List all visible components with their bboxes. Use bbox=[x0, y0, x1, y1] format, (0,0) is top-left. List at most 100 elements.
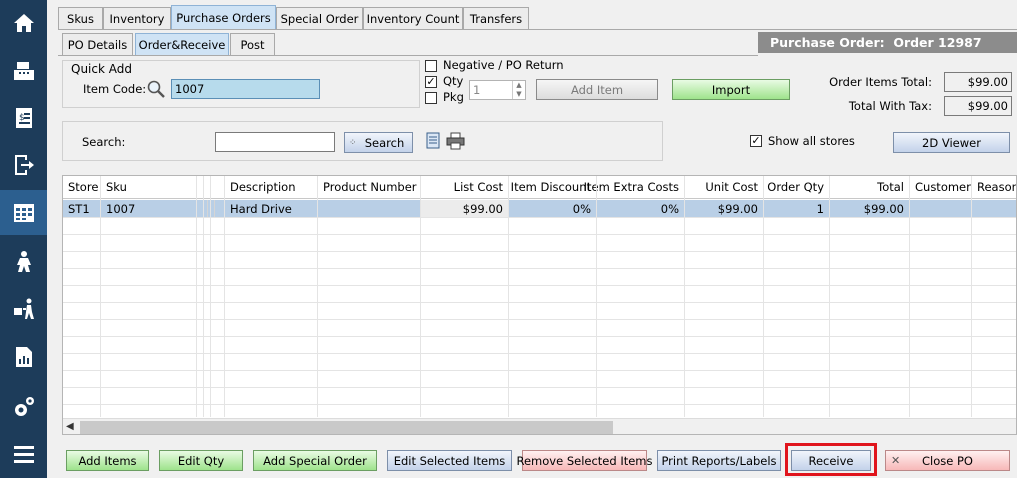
register-icon[interactable] bbox=[0, 48, 47, 93]
show-all-stores-label: Show all stores bbox=[768, 134, 855, 148]
pkg-checkbox[interactable] bbox=[425, 92, 437, 104]
cell-reason bbox=[972, 200, 1016, 217]
add-special-order-button[interactable]: Add Special Order bbox=[253, 450, 377, 471]
quick-add-title: Quick Add bbox=[71, 62, 132, 76]
edit-qty-button[interactable]: Edit Qty bbox=[159, 450, 243, 471]
grid-line bbox=[63, 319, 1016, 320]
subtab-order-receive[interactable]: Order&Receive bbox=[135, 33, 229, 55]
search-button[interactable]: ⁘ Search bbox=[344, 132, 413, 153]
column-header-list-cost[interactable]: List Cost bbox=[421, 176, 509, 199]
tab-special-order[interactable]: Special Order bbox=[276, 7, 363, 29]
column-header-customer[interactable]: Customer bbox=[910, 176, 972, 199]
grid-line bbox=[63, 404, 1016, 405]
grid-line bbox=[63, 285, 1016, 286]
pkg-option-label: Pkg bbox=[443, 90, 464, 104]
column-header-unit-cost[interactable]: Unit Cost bbox=[685, 176, 764, 199]
column-header-store[interactable]: Store bbox=[63, 176, 101, 199]
delivery-icon[interactable] bbox=[0, 286, 47, 331]
cell-order-qty: 1 bbox=[764, 200, 830, 217]
print-reports-labels-button[interactable]: Print Reports/Labels bbox=[657, 450, 781, 471]
negative-po-return-checkbox[interactable] bbox=[425, 60, 437, 72]
cell-unit-cost: $99.00 bbox=[685, 200, 764, 217]
2d-viewer-button[interactable]: 2D Viewer bbox=[893, 132, 1010, 153]
column-header-sku[interactable]: Sku bbox=[101, 176, 197, 199]
cell-store: ST1 bbox=[63, 200, 101, 217]
tab-transfers[interactable]: Transfers bbox=[463, 7, 529, 29]
spinner-icon: ⁘ bbox=[349, 138, 357, 148]
add-item-button[interactable]: Add Item bbox=[536, 79, 658, 100]
order-items-total-field bbox=[944, 72, 1012, 92]
grid-line bbox=[100, 176, 101, 417]
cell-blank-3 bbox=[211, 200, 225, 217]
subtab-post[interactable]: Post bbox=[230, 33, 275, 55]
home-icon[interactable] bbox=[0, 0, 47, 45]
add-items-button[interactable]: Add Items bbox=[66, 450, 149, 471]
tab-inventory-count[interactable]: Inventory Count bbox=[363, 7, 463, 29]
cell-item-extra-costs: 0% bbox=[597, 200, 685, 217]
grid-line bbox=[684, 176, 685, 417]
items-grid[interactable]: Store Sku Description Product Number Lis… bbox=[62, 175, 1017, 435]
search-input[interactable] bbox=[215, 132, 335, 152]
grid-line bbox=[63, 234, 1016, 235]
table-row[interactable]: ST1 1007 Hard Drive $99.00 0% 0% $99.00 … bbox=[63, 200, 1016, 217]
printer-icon[interactable] bbox=[446, 132, 465, 150]
column-header-total[interactable]: Total bbox=[830, 176, 910, 199]
negative-po-return-label: Negative / PO Return bbox=[443, 58, 564, 72]
grid-line bbox=[971, 176, 972, 417]
grid-line bbox=[829, 176, 830, 417]
document-icon[interactable] bbox=[425, 132, 442, 150]
item-code-input[interactable] bbox=[171, 79, 320, 99]
left-navigation: $ bbox=[0, 0, 47, 478]
exit-icon[interactable] bbox=[0, 142, 47, 187]
cell-sku: 1007 bbox=[101, 200, 197, 217]
grid-line bbox=[224, 176, 225, 417]
inventory-icon[interactable] bbox=[0, 190, 47, 235]
grid-line bbox=[63, 336, 1016, 337]
tab-skus[interactable]: Skus bbox=[58, 7, 103, 29]
settings-icon[interactable] bbox=[0, 384, 47, 429]
scroll-left-icon[interactable]: ◀ bbox=[66, 421, 74, 432]
stepper-arrows-icon[interactable]: ▲ ▼ bbox=[512, 81, 525, 99]
total-with-tax-label: Total With Tax: bbox=[848, 99, 932, 113]
grid-line bbox=[63, 387, 1016, 388]
grid-line bbox=[909, 176, 910, 417]
reports-icon[interactable] bbox=[0, 334, 47, 379]
cell-total: $99.00 bbox=[830, 200, 910, 217]
grid-line bbox=[508, 176, 509, 417]
grid-line bbox=[63, 302, 1016, 303]
grid-line bbox=[596, 176, 597, 417]
cell-product-number bbox=[318, 200, 421, 217]
grid-line bbox=[210, 176, 211, 417]
qty-option-label: Qty bbox=[443, 74, 464, 88]
grid-line bbox=[196, 176, 197, 417]
scrollbar-thumb[interactable] bbox=[80, 421, 613, 434]
column-header-description[interactable]: Description bbox=[225, 176, 318, 199]
close-po-button[interactable]: ✕ Close PO bbox=[885, 450, 1010, 471]
order-items-total-label: Order Items Total: bbox=[829, 75, 932, 89]
tab-inventory[interactable]: Inventory bbox=[103, 7, 171, 29]
remove-selected-items-button[interactable]: Remove Selected Items bbox=[517, 450, 653, 471]
column-header-product-number[interactable]: Product Number bbox=[318, 176, 421, 199]
receive-button[interactable]: Receive bbox=[791, 450, 871, 471]
qty-checkbox[interactable]: ✓ bbox=[425, 76, 437, 88]
close-po-label: Close PO bbox=[922, 453, 973, 468]
column-header-item-extra-costs[interactable]: Item Extra Costs bbox=[584, 176, 685, 199]
edit-selected-items-button[interactable]: Edit Selected Items bbox=[387, 450, 512, 471]
grid-line bbox=[63, 370, 1016, 371]
subtab-po-details[interactable]: PO Details bbox=[62, 33, 133, 55]
tab-purchase-orders[interactable]: Purchase Orders bbox=[171, 5, 276, 29]
menu-icon[interactable] bbox=[0, 431, 47, 476]
show-all-stores-checkbox[interactable]: ✓ bbox=[750, 135, 762, 147]
grid-line bbox=[63, 353, 1016, 354]
magnifier-icon[interactable] bbox=[146, 79, 166, 99]
column-header-reason[interactable]: Reason bbox=[972, 176, 1016, 199]
column-header-order-qty[interactable]: Order Qty bbox=[764, 176, 830, 199]
customer-icon[interactable] bbox=[0, 238, 47, 283]
receipt-icon[interactable]: $ bbox=[0, 95, 47, 140]
column-header-blank-3[interactable] bbox=[211, 176, 225, 199]
close-icon: ✕ bbox=[891, 454, 901, 467]
svg-text:$: $ bbox=[19, 113, 25, 123]
tab-strip-line bbox=[58, 29, 1017, 30]
horizontal-scrollbar[interactable]: ◀ bbox=[63, 418, 1016, 434]
import-button[interactable]: Import bbox=[672, 79, 790, 100]
